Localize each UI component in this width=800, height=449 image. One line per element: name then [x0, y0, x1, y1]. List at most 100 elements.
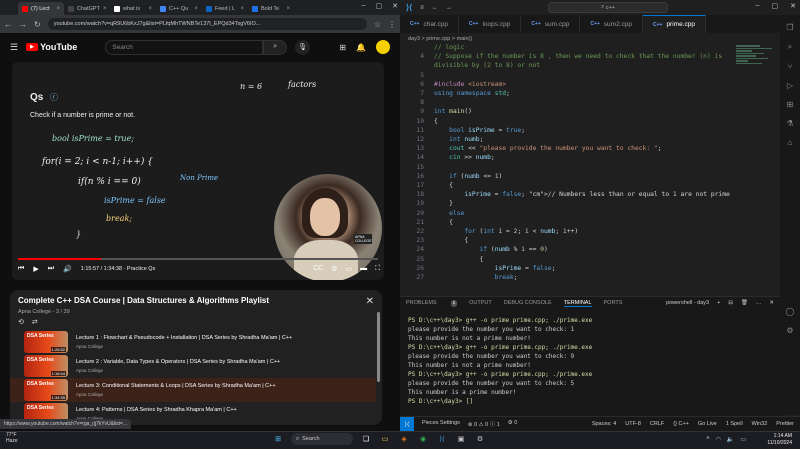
- settings-icon[interactable]: ⚙: [331, 265, 337, 273]
- maximize-icon[interactable]: ▢: [376, 2, 383, 10]
- wifi-icon[interactable]: ◠: [716, 436, 721, 443]
- status-item[interactable]: 1 Spell: [726, 421, 743, 427]
- create-icon[interactable]: ⊞: [339, 43, 346, 52]
- panel-tab-debug-console[interactable]: DEBUG CONSOLE: [504, 300, 552, 307]
- minimize-icon[interactable]: –: [362, 2, 366, 10]
- vscode-taskbar-icon[interactable]: ⟩⟨: [436, 433, 448, 445]
- trash-icon[interactable]: 🗑: [741, 300, 748, 306]
- avatar[interactable]: [376, 40, 390, 54]
- browser-tab[interactable]: what is ×: [110, 2, 156, 15]
- taskbar-search[interactable]: ⌕ Search: [291, 433, 353, 445]
- minimize-icon[interactable]: –: [756, 2, 760, 10]
- tab-close-icon[interactable]: ×: [56, 6, 60, 12]
- command-center[interactable]: ⌕ c++: [548, 2, 668, 13]
- nav-back-icon[interactable]: ←: [432, 5, 438, 11]
- panel-tab-ports[interactable]: PORTS: [604, 300, 623, 307]
- code-editor[interactable]: // logic 4 // Suppose if the number is 8 ,…: [400, 44, 780, 296]
- remote-icon[interactable]: ⌂: [788, 138, 793, 147]
- minimap[interactable]: [736, 44, 776, 84]
- reload-icon[interactable]: ↻: [34, 20, 41, 29]
- task-view-icon[interactable]: ❏: [360, 433, 372, 445]
- loop-icon[interactable]: ⟲: [18, 318, 24, 326]
- close-icon[interactable]: ✕: [392, 2, 398, 10]
- browser-tab[interactable]: (7) Lect ×: [18, 2, 64, 15]
- file-explorer-icon[interactable]: ▭: [379, 433, 391, 445]
- photos-icon[interactable]: ◈: [398, 433, 410, 445]
- nav-forward-icon[interactable]: →: [446, 5, 452, 11]
- captions-icon[interactable]: CC: [313, 265, 323, 273]
- play-icon[interactable]: ▶: [33, 265, 38, 273]
- forward-icon[interactable]: →: [19, 20, 27, 29]
- more-icon[interactable]: …: [756, 300, 762, 306]
- battery-icon[interactable]: ▭: [740, 436, 746, 443]
- source-control-icon[interactable]: ⑂: [788, 62, 793, 71]
- split-icon[interactable]: ⊟: [728, 300, 733, 306]
- star-icon[interactable]: ☆: [374, 20, 381, 29]
- panel-tab-problems[interactable]: PROBLEMS: [406, 300, 437, 307]
- search-icon[interactable]: ⌕: [263, 39, 288, 55]
- mic-icon[interactable]: 🎙: [295, 39, 311, 55]
- browser-tab[interactable]: Feed | L ×: [202, 2, 248, 15]
- menu-icon[interactable]: ≡: [420, 5, 424, 11]
- youtube-logo[interactable]: ▶ YouTube: [26, 42, 77, 52]
- status-item[interactable]: Prettier: [776, 421, 794, 427]
- browser-tab[interactable]: C++ Qu ×: [156, 2, 202, 15]
- terminal-name[interactable]: powershell - day3: [666, 300, 709, 306]
- editor-tab[interactable]: C++ loops.cpp: [459, 15, 522, 33]
- editor-tab[interactable]: C++ char.cpp: [400, 15, 460, 33]
- browser-tab[interactable]: ChatGPT ×: [64, 2, 110, 15]
- tab-close-icon[interactable]: ×: [240, 6, 244, 12]
- status-item[interactable]: CRLF: [650, 421, 664, 427]
- settings-icon[interactable]: ⚙: [474, 433, 486, 445]
- explorer-icon[interactable]: ❐: [786, 23, 793, 32]
- add-terminal-icon[interactable]: +: [717, 300, 720, 306]
- address-bar[interactable]: youtube.com/watch?v=qR9U6bKxJ7g&list=PLf…: [47, 18, 367, 30]
- account-icon[interactable]: ◯: [786, 307, 795, 316]
- remote-indicator-icon[interactable]: ⟩⟨: [400, 416, 414, 432]
- status-item[interactable]: Pieces Settings: [422, 420, 460, 428]
- tab-close-icon[interactable]: ×: [103, 6, 107, 12]
- browser-tab[interactable]: Bold Te ×: [248, 2, 294, 15]
- maximize-icon[interactable]: ▢: [772, 2, 779, 10]
- close-panel-icon[interactable]: ✕: [769, 300, 774, 306]
- hamburger-icon[interactable]: ☰: [10, 42, 18, 53]
- tab-close-icon[interactable]: ×: [194, 6, 198, 12]
- bell-icon[interactable]: 🔔: [356, 43, 366, 52]
- manage-gear-icon[interactable]: ⚙: [786, 326, 793, 335]
- playlist-scrollbar[interactable]: [377, 312, 380, 382]
- video-progress-bar[interactable]: [18, 258, 378, 260]
- miniplayer-icon[interactable]: ▭: [345, 265, 352, 273]
- tab-close-icon[interactable]: ×: [286, 6, 290, 12]
- windows-start-icon[interactable]: ⊞: [272, 433, 284, 445]
- shuffle-icon[interactable]: ⇄: [32, 318, 38, 326]
- volume-icon[interactable]: 🔊: [63, 265, 72, 273]
- speaker-icon[interactable]: 🔈: [727, 436, 734, 443]
- testing-icon[interactable]: ⚗: [786, 119, 793, 128]
- panel-tab-terminal[interactable]: TERMINAL: [563, 300, 592, 307]
- theater-icon[interactable]: ▬: [360, 265, 367, 273]
- editor-tab[interactable]: C++ sum.cpp: [521, 15, 581, 33]
- playlist-item[interactable]: DSA Series 1:34:39 Lecture 3: Conditional …: [10, 378, 376, 402]
- status-item[interactable]: {} C++: [673, 421, 689, 427]
- weather-widget[interactable]: 77°F Haze: [6, 432, 18, 444]
- extensions-icon[interactable]: ⊞: [787, 100, 794, 109]
- status-item[interactable]: ⊗ 0 ⚠ 0 ⓘ 1: [468, 420, 500, 428]
- editor-tab[interactable]: C++ prime.cpp: [642, 15, 706, 33]
- previous-icon[interactable]: ⏮: [18, 265, 24, 273]
- status-item[interactable]: Go Live: [698, 421, 717, 427]
- menu-dots-icon[interactable]: ⋮: [388, 20, 396, 29]
- status-item[interactable]: Win32: [752, 421, 768, 427]
- tab-close-icon[interactable]: ×: [148, 6, 152, 12]
- search-icon[interactable]: ⌕: [788, 42, 792, 52]
- status-item[interactable]: ⚙ 0: [508, 420, 518, 428]
- store-icon[interactable]: ▣: [455, 433, 467, 445]
- playlist-item[interactable]: DSA Series 1:16:44 Lecture 2 : Variable, D…: [10, 354, 376, 378]
- chevron-up-icon[interactable]: ˄: [706, 436, 710, 443]
- panel-tab-output[interactable]: OUTPUT: [469, 300, 492, 307]
- status-item[interactable]: Spaces: 4: [592, 421, 616, 427]
- clock[interactable]: 1:14 AM 11/10/2024: [767, 433, 792, 447]
- video-player[interactable]: Qs ⓡ Check if a number is prime or not. …: [12, 62, 384, 280]
- editor-tab[interactable]: C++ sum2.cpp: [580, 15, 643, 33]
- chrome-icon[interactable]: ◉: [417, 433, 429, 445]
- next-icon[interactable]: ⏭: [48, 265, 54, 273]
